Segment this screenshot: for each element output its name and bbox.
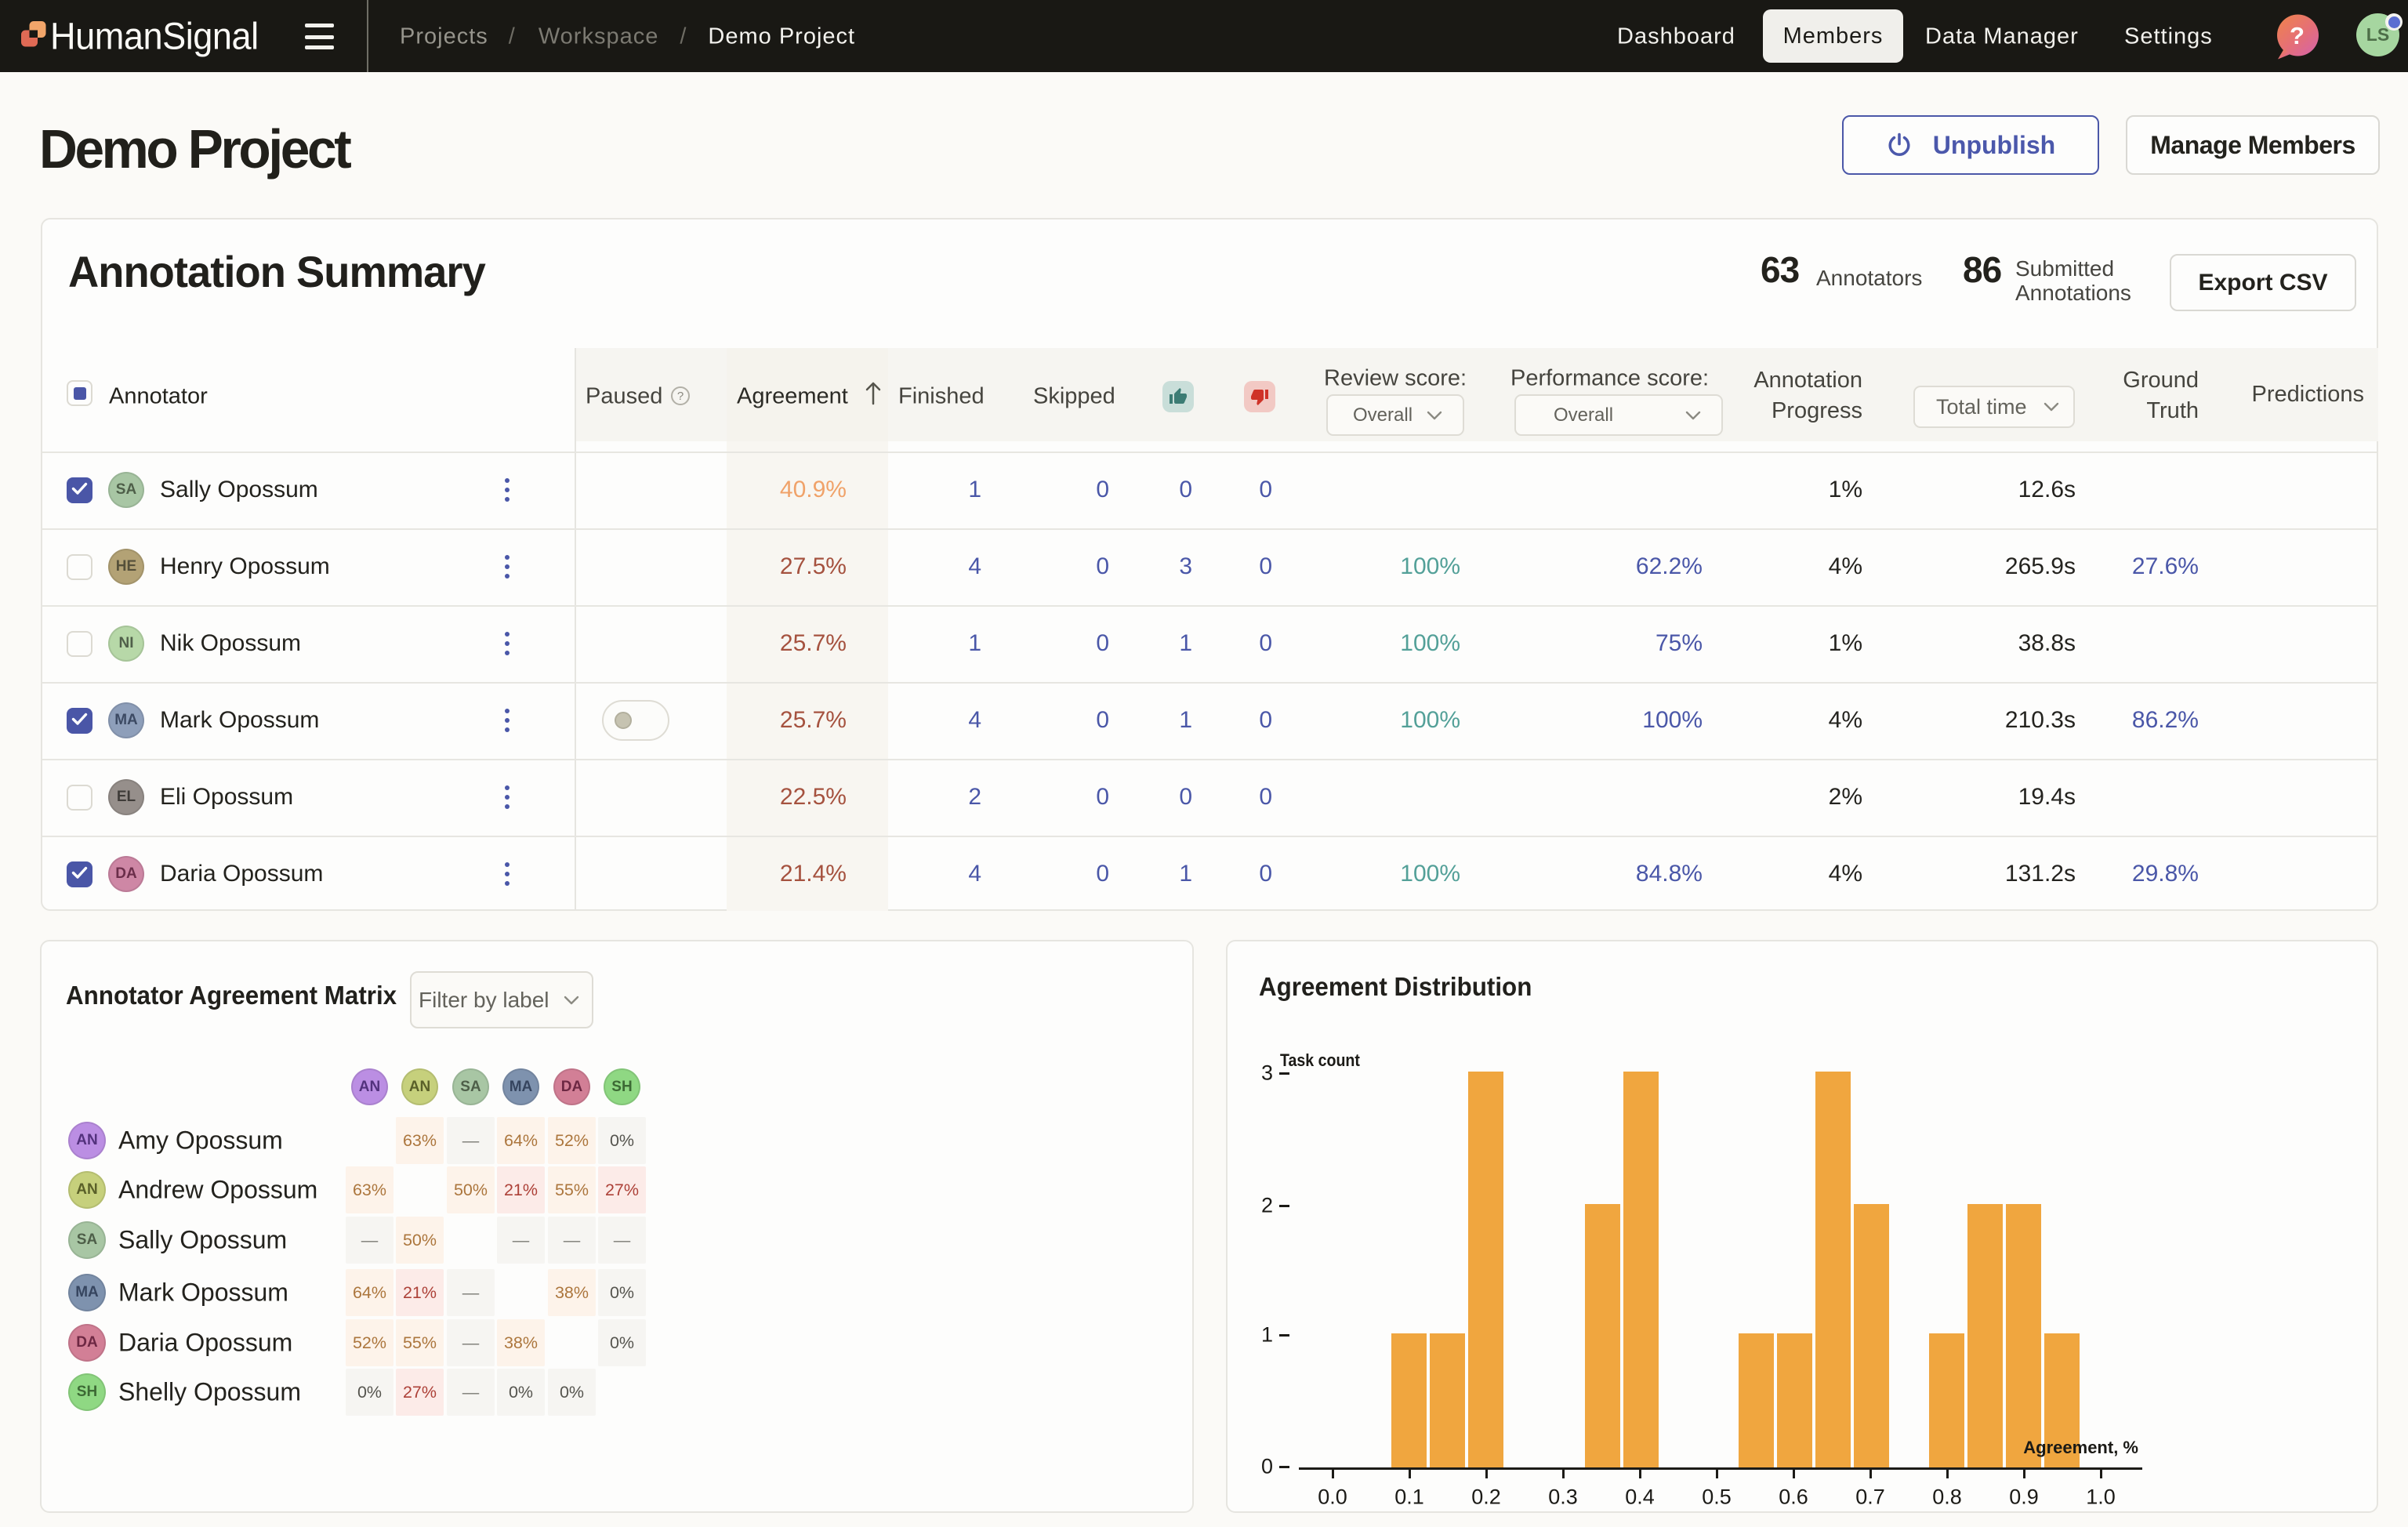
- svg-text:?: ?: [2290, 22, 2305, 49]
